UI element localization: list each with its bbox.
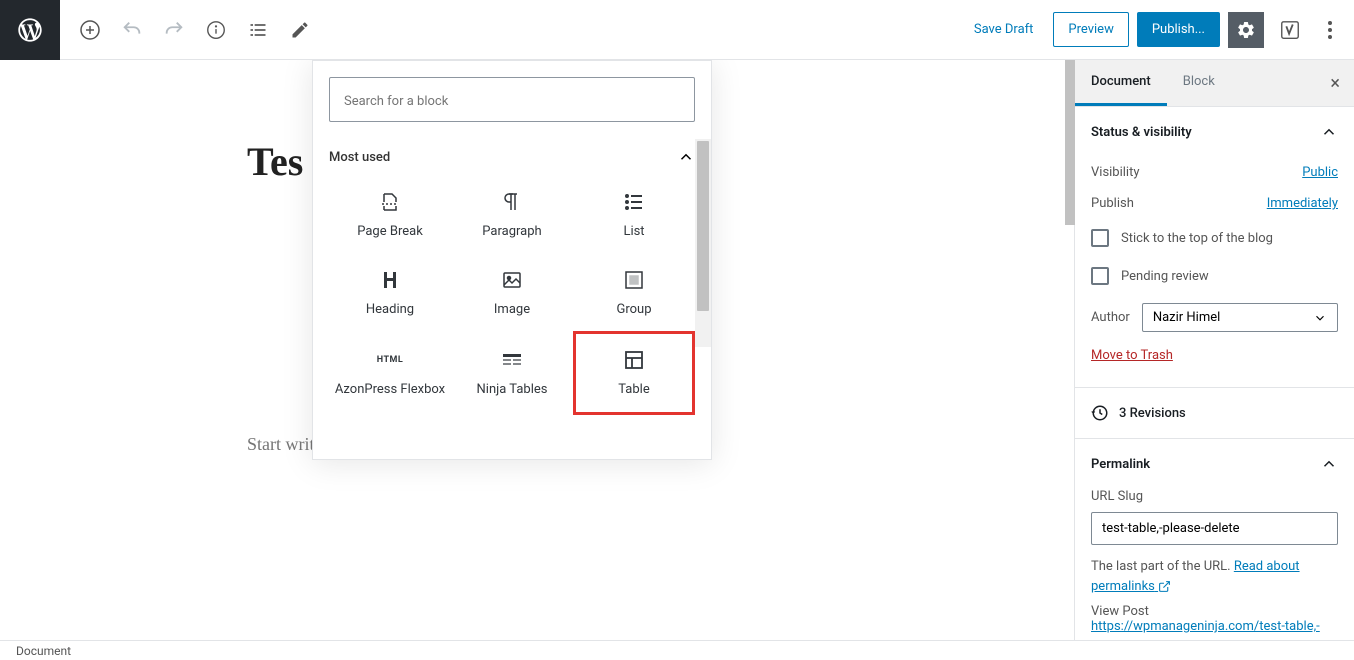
- block-inserter-popup: Most used Page Break Paragraph List: [312, 60, 712, 460]
- save-draft-button[interactable]: Save Draft: [962, 12, 1046, 47]
- heading-icon: [378, 268, 402, 292]
- editor-toolbar: Save Draft Preview Publish...: [0, 0, 1354, 60]
- external-link-icon: [1158, 580, 1171, 593]
- add-block-button[interactable]: [72, 12, 108, 48]
- blocks-grid: Page Break Paragraph List Heading: [329, 176, 695, 415]
- block-azonpress[interactable]: HTML AzonPress Flexbox: [329, 331, 451, 415]
- inserter-search-wrap: [329, 77, 695, 122]
- sidebar-tabs: Document Block ×: [1075, 60, 1354, 107]
- paragraph-icon: [500, 190, 524, 214]
- visibility-value[interactable]: Public: [1302, 165, 1338, 180]
- author-row: Author Nazir Himel: [1091, 295, 1338, 340]
- panel-permalink-head[interactable]: Permalink: [1075, 439, 1354, 489]
- history-icon: [1091, 404, 1109, 422]
- editor-canvas[interactable]: Tes Most used Page Break: [0, 60, 1074, 640]
- stick-checkbox[interactable]: [1091, 229, 1109, 247]
- publish-value[interactable]: Immediately: [1267, 196, 1338, 211]
- main-area: Tes Most used Page Break: [0, 60, 1354, 640]
- chevron-up-icon: [1320, 123, 1338, 141]
- page-break-icon: [378, 190, 402, 214]
- breadcrumb[interactable]: Document: [16, 644, 71, 658]
- block-group[interactable]: Group: [573, 254, 695, 332]
- html-icon: HTML: [378, 348, 402, 372]
- pending-row[interactable]: Pending review: [1091, 257, 1338, 295]
- yoast-icon[interactable]: [1272, 12, 1308, 48]
- chevron-up-icon: [1320, 455, 1338, 473]
- wordpress-logo[interactable]: [0, 0, 60, 60]
- preview-button[interactable]: Preview: [1053, 12, 1128, 47]
- block-list[interactable]: List: [573, 176, 695, 254]
- block-heading[interactable]: Heading: [329, 254, 451, 332]
- block-paragraph[interactable]: Paragraph: [451, 176, 573, 254]
- settings-button[interactable]: [1228, 12, 1264, 48]
- pending-checkbox[interactable]: [1091, 267, 1109, 285]
- view-post-url[interactable]: https://wpmanageninja.com/test-table,-: [1091, 619, 1338, 634]
- undo-button[interactable]: [114, 12, 150, 48]
- publish-button[interactable]: Publish...: [1137, 12, 1220, 47]
- view-post-label: View Post: [1091, 604, 1338, 619]
- toolbar-tools: [60, 12, 318, 48]
- panel-permalink-body: URL Slug The last part of the URL. Read …: [1075, 489, 1354, 650]
- panel-status-body: Visibility Public Publish Immediately St…: [1075, 157, 1354, 387]
- url-slug-input[interactable]: [1091, 512, 1338, 545]
- edit-button[interactable]: [282, 12, 318, 48]
- section-most-used[interactable]: Most used: [329, 138, 695, 176]
- image-icon: [500, 268, 524, 292]
- tab-document[interactable]: Document: [1075, 60, 1167, 106]
- panel-status-head[interactable]: Status & visibility: [1075, 107, 1354, 157]
- settings-sidebar: Document Block × Status & visibility Vis…: [1074, 60, 1354, 640]
- close-sidebar-button[interactable]: ×: [1316, 63, 1354, 104]
- scrollbar[interactable]: [695, 139, 711, 347]
- sidebar-scrollbar[interactable]: [1065, 60, 1075, 636]
- group-icon: [622, 268, 646, 292]
- author-select[interactable]: Nazir Himel: [1142, 303, 1338, 332]
- redo-button[interactable]: [156, 12, 192, 48]
- move-to-trash[interactable]: Move to Trash: [1091, 340, 1338, 371]
- block-image[interactable]: Image: [451, 254, 573, 332]
- revisions-row[interactable]: 3 Revisions: [1075, 388, 1354, 439]
- list-icon: [622, 190, 646, 214]
- tab-block[interactable]: Block: [1167, 60, 1231, 106]
- ninja-tables-icon: [500, 348, 524, 372]
- visibility-row: Visibility Public: [1091, 157, 1338, 188]
- search-input[interactable]: [344, 94, 680, 109]
- table-icon: [622, 348, 646, 372]
- permalink-help: The last part of the URL. Read about per…: [1091, 557, 1338, 596]
- outline-button[interactable]: [240, 12, 276, 48]
- panel-status: Status & visibility Visibility Public Pu…: [1075, 107, 1354, 388]
- toolbar-actions: Save Draft Preview Publish...: [962, 12, 1354, 48]
- url-slug-label: URL Slug: [1091, 489, 1338, 504]
- info-button[interactable]: [198, 12, 234, 48]
- stick-row[interactable]: Stick to the top of the blog: [1091, 219, 1338, 257]
- publish-row: Publish Immediately: [1091, 188, 1338, 219]
- post-title[interactable]: Tes: [247, 138, 303, 185]
- inserter-body: Most used Page Break Paragraph List: [313, 138, 711, 458]
- block-ninja-tables[interactable]: Ninja Tables: [451, 331, 573, 415]
- chevron-up-icon: [677, 148, 695, 166]
- chevron-down-icon: [1313, 311, 1327, 325]
- editor-footer: Document: [0, 640, 1354, 660]
- more-options-button[interactable]: [1316, 12, 1344, 48]
- block-page-break[interactable]: Page Break: [329, 176, 451, 254]
- block-table[interactable]: Table: [573, 331, 695, 415]
- panel-permalink: Permalink URL Slug The last part of the …: [1075, 439, 1354, 650]
